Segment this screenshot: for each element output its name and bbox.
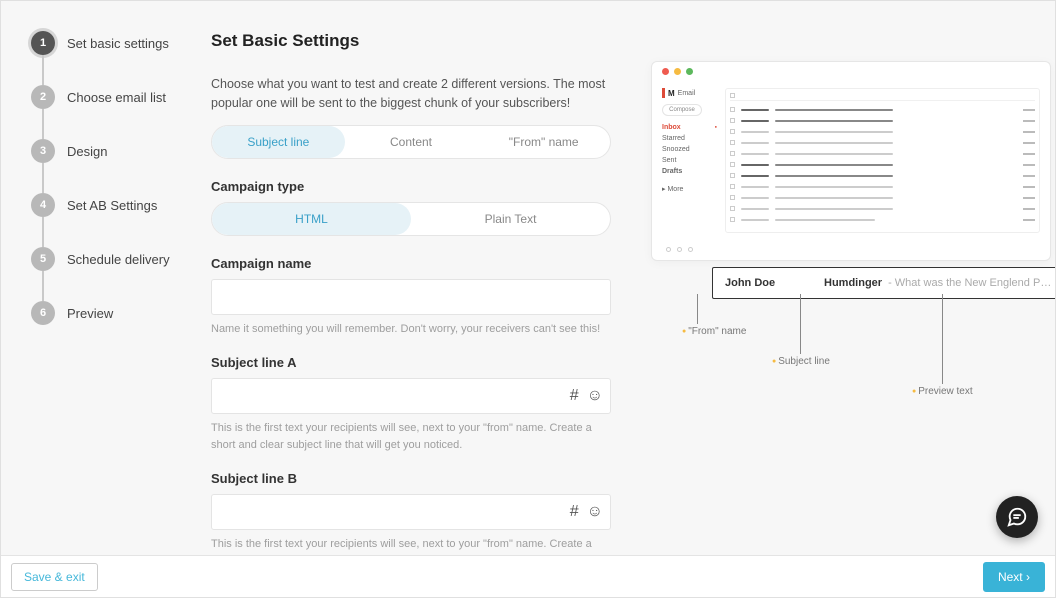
page-intro: Choose what you want to test and create … [211,75,611,113]
page-title: Set Basic Settings [211,31,611,51]
window-close-dot [662,68,669,75]
campaign-name-input[interactable] [211,279,611,315]
folder-sent: Sent [662,155,717,166]
step-number: 3 [31,139,55,163]
preview-subject: Humdinger [824,277,882,289]
window-max-dot [686,68,693,75]
callouts: "From" name Subject line Preview text [652,294,1055,494]
tab-from-name[interactable]: "From" name [477,126,610,158]
wizard-steps: 1 Set basic settings 2 Choose email list… [31,31,181,545]
folder-inbox: Inbox [662,122,717,133]
step-basic-settings[interactable]: 1 Set basic settings [31,31,181,55]
tab-html[interactable]: HTML [212,203,411,235]
tab-subject-line[interactable]: Subject line [212,126,345,158]
step-preview[interactable]: 6 Preview [31,301,181,325]
folder-snoozed: Snoozed [662,144,717,155]
callout-from: "From" name [682,326,746,337]
subject-a-input[interactable] [211,378,611,414]
chat-icon [1006,506,1028,528]
browser-chrome [652,62,1050,84]
folder-starred: Starred [662,133,717,144]
chat-fab[interactable] [996,496,1038,538]
gmail-sidebar: M Email Compose Inbox Starred Snoozed Se… [662,88,717,233]
step-number: 6 [31,301,55,325]
compose-button: Compose [662,104,702,116]
emoji-icon[interactable]: ☺ [587,387,603,405]
step-label: Choose email list [67,90,166,105]
step-number: 5 [31,247,55,271]
chevron-right-icon: › [1026,570,1030,584]
step-number: 1 [31,31,55,55]
step-number: 4 [31,193,55,217]
preview-snippet: - What was the New Englend Patriots... [888,277,1055,289]
gmail-logo: M Email [662,88,717,98]
folder-more: ▸ More [662,183,717,195]
subject-b-label: Subject line B [211,471,611,486]
step-label: Preview [67,306,113,321]
subject-b-hint: This is the first text your recipients w… [211,536,611,555]
step-ab-settings[interactable]: 4 Set AB Settings [31,193,181,217]
subject-a-label: Subject line A [211,355,611,370]
callout-preview: Preview text [912,386,973,397]
tab-content[interactable]: Content [345,126,478,158]
browser-footer [652,237,1050,260]
step-choose-email-list[interactable]: 2 Choose email list [31,85,181,109]
test-type-tabs: Subject line Content "From" name [211,125,611,159]
campaign-type-label: Campaign type [211,179,611,194]
window-min-dot [674,68,681,75]
emoji-icon[interactable]: ☺ [587,503,603,521]
next-button[interactable]: Next › [983,562,1045,592]
form-column: Set Basic Settings Choose what you want … [211,31,611,545]
step-schedule-delivery[interactable]: 5 Schedule delivery [31,247,181,271]
step-label: Set AB Settings [67,198,157,213]
callout-subject: Subject line [772,356,830,367]
hash-icon[interactable]: # [570,503,579,521]
subject-a-hint: This is the first text your recipients w… [211,420,611,453]
main-content: 1 Set basic settings 2 Choose email list… [1,1,1055,555]
gmail-message-list [725,88,1040,233]
folder-drafts: Drafts [662,166,717,177]
inbox-preview: M Email Compose Inbox Starred Snoozed Se… [651,61,1051,261]
step-label: Set basic settings [67,36,169,51]
step-label: Design [67,144,107,159]
campaign-name-label: Campaign name [211,256,611,271]
preview-from: John Doe [725,277,800,289]
tab-plain-text[interactable]: Plain Text [411,203,610,235]
subject-b-input[interactable] [211,494,611,530]
campaign-type-tabs: HTML Plain Text [211,202,611,236]
step-label: Schedule delivery [67,252,170,267]
step-design[interactable]: 3 Design [31,139,181,163]
campaign-name-hint: Name it something you will remember. Don… [211,321,611,338]
save-exit-button[interactable]: Save & exit [11,563,98,591]
preview-column: M Email Compose Inbox Starred Snoozed Se… [641,31,1051,545]
step-number: 2 [31,85,55,109]
footer-bar: Save & exit Next › [1,555,1055,597]
hash-icon[interactable]: # [570,387,579,405]
